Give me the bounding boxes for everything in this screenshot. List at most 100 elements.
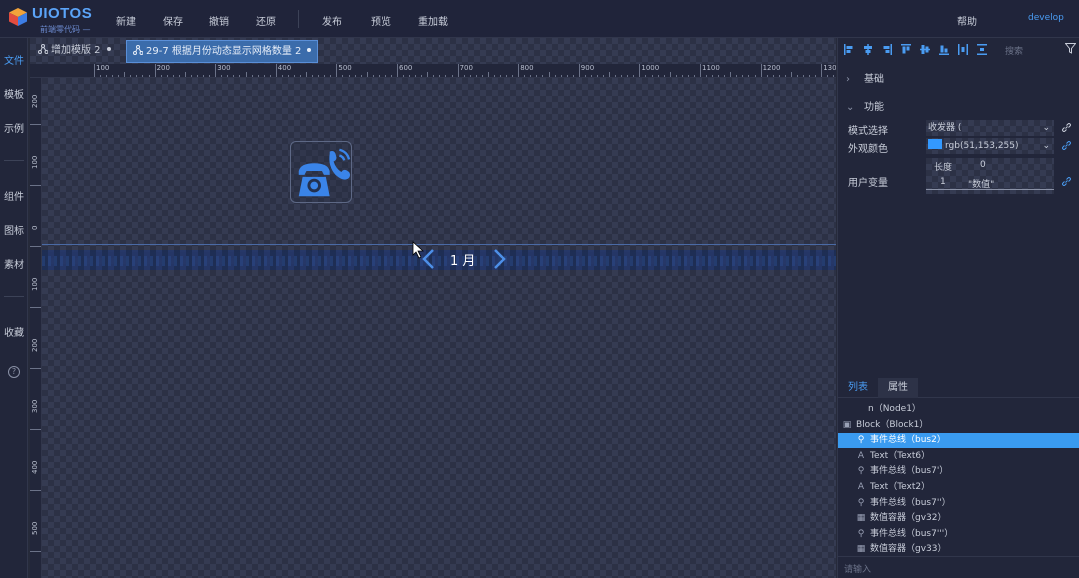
text-icon: A <box>857 450 865 461</box>
event-bus-icon: ⚲ <box>857 528 865 539</box>
ruler-tick <box>760 64 762 77</box>
event-bus-line <box>42 244 836 245</box>
link-icon[interactable] <box>1061 122 1072 133</box>
filter-icon[interactable] <box>1065 43 1076 54</box>
panel-divider <box>838 556 1079 557</box>
ruler-label: 100 <box>96 64 110 72</box>
design-canvas[interactable]: 1 月 <box>42 78 836 578</box>
grid-container-icon: ▦ <box>856 544 866 555</box>
layer-row[interactable]: n（Node1） <box>838 402 1079 417</box>
ruler-label: 200 <box>31 94 39 108</box>
help-link[interactable]: 帮助 <box>957 13 977 28</box>
layer-label: 数值容器（gv32） <box>870 513 947 524</box>
grid-container-icon: ▦ <box>856 513 866 524</box>
ruler-label: 800 <box>520 64 534 72</box>
section-function[interactable]: ⌄ 功能 <box>846 98 884 113</box>
sidebar-item-favorite[interactable]: 收藏 <box>0 324 28 339</box>
sidebar-item-material[interactable]: 素材 <box>0 256 28 271</box>
ruler-tick <box>275 64 277 77</box>
logo: UIOTOS 前端零代码 — <box>8 5 128 35</box>
month-value: 1 月 <box>450 254 476 269</box>
mouse-cursor-icon <box>412 241 424 259</box>
tab-month-grid[interactable]: 29-7 根据月份动态显示网格数量 2 <box>126 40 319 63</box>
align-top-icon[interactable] <box>901 44 911 55</box>
sidebar-item-component[interactable]: 组件 <box>0 188 28 203</box>
save-button[interactable]: 保存 <box>163 13 183 28</box>
ruler-tick <box>457 64 459 77</box>
link-icon[interactable] <box>1061 140 1072 151</box>
ruler-label: 1200 <box>762 64 781 72</box>
layer-row[interactable]: ⚲ 事件总线（bus7''） <box>838 496 1079 511</box>
publish-button[interactable]: 发布 <box>322 13 342 28</box>
phone-widget[interactable] <box>290 141 352 203</box>
tab-props[interactable]: 属性 <box>878 378 918 398</box>
ruler-horizontal: 100 200 300 400 500 600 700 800 900 1000 1100 1200 1… <box>30 64 836 78</box>
ruler-tick <box>397 64 398 77</box>
ruler-label: 200 <box>31 338 39 352</box>
ruler-label: 1000 <box>641 64 660 72</box>
layer-row[interactable]: ⚲ 事件总线（bus2） <box>838 433 1079 449</box>
ruler-tick <box>94 64 95 77</box>
layer-label: 事件总线（bus7'''） <box>870 528 954 539</box>
ruler-label: 900 <box>580 64 595 72</box>
layer-row[interactable]: A Text（Text6） <box>838 449 1079 464</box>
chevron-right-icon[interactable] <box>490 248 508 270</box>
sidebar-item-icon[interactable]: 图标 <box>0 222 28 237</box>
layer-filter-input[interactable]: 请输入 <box>844 562 871 575</box>
block-icon: ▣ <box>842 419 852 430</box>
align-bottom-icon[interactable] <box>939 44 949 55</box>
ruler-tick <box>30 307 41 308</box>
uservar-length-value: 0 <box>980 160 986 170</box>
ruler-tick <box>700 64 701 77</box>
align-left-icon[interactable] <box>844 44 854 55</box>
ruler-label: 300 <box>31 399 39 413</box>
user-variable-table[interactable]: 长度 0 1 "数值" <box>926 158 1054 194</box>
ruler-label: 100 <box>31 155 39 169</box>
layer-row[interactable]: ▣ Block（Block1） <box>838 418 1079 433</box>
event-bus-icon: ⚲ <box>857 466 865 477</box>
left-sidebar: 文件 模板 示例 组件 图标 素材 收藏 ? <box>0 38 28 578</box>
redo-button[interactable]: 还原 <box>256 13 276 28</box>
layer-row[interactable]: ▦ 数值容器（gv32） <box>838 511 1079 526</box>
ruler-vertical: 200 100 0 100 200 300 400 500 <box>30 78 42 578</box>
color-picker[interactable]: rgb(51,153,255) ⌄ <box>926 138 1054 154</box>
sidebar-item-file[interactable]: 文件 <box>0 52 28 67</box>
layer-label: 事件总线（bus2） <box>870 435 946 446</box>
link-icon[interactable] <box>1061 176 1072 187</box>
layer-label: Text（Text2） <box>870 482 931 492</box>
ruler-tick <box>215 64 217 77</box>
mode-select[interactable]: 收发器 ( ⌄ <box>926 120 1054 136</box>
graph-node-icon <box>38 44 48 54</box>
chevron-down-icon: ⌄ <box>1042 141 1050 151</box>
undo-button[interactable]: 撤销 <box>209 13 229 28</box>
layer-row[interactable]: ⚲ 事件总线（bus7'''） <box>838 527 1079 542</box>
sidebar-item-example[interactable]: 示例 <box>0 120 28 135</box>
ruler-tick <box>154 64 156 77</box>
new-button[interactable]: 新建 <box>116 13 136 28</box>
align-right-icon[interactable] <box>882 44 892 55</box>
section-basic[interactable]: › 基础 <box>846 70 884 85</box>
distribute-h-icon[interactable] <box>958 44 968 55</box>
tab-list[interactable]: 列表 <box>838 378 878 398</box>
ruler-label: 400 <box>31 460 39 474</box>
tab-label: 增加模版 2 <box>51 45 101 56</box>
align-center-h-icon[interactable] <box>863 44 873 55</box>
preview-button[interactable]: 预览 <box>371 13 391 28</box>
ruler-label: 130 <box>823 64 836 72</box>
chevron-down-icon: ⌄ <box>846 102 855 113</box>
tab-template[interactable]: 增加模版 2 <box>32 40 117 63</box>
layer-row[interactable]: ⚲ 事件总线（bus7'） <box>838 464 1079 479</box>
prop-label-color: 外观颜色 <box>848 144 888 155</box>
ruler-tick <box>639 64 641 77</box>
sidebar-item-template[interactable]: 模板 <box>0 86 28 101</box>
align-middle-v-icon[interactable] <box>920 44 930 55</box>
ruler-tick <box>578 64 580 77</box>
reload-button[interactable]: 重加载 <box>418 13 448 28</box>
layer-row[interactable]: A Text（Text2） <box>838 480 1079 495</box>
layer-label: 事件总线（bus7''） <box>870 497 951 508</box>
branch-label[interactable]: develop <box>1028 13 1064 23</box>
distribute-v-icon[interactable] <box>977 44 987 55</box>
help-circle-icon[interactable]: ? <box>8 366 20 378</box>
search-input[interactable]: 搜索 <box>1005 44 1023 57</box>
text-icon: A <box>857 482 865 492</box>
